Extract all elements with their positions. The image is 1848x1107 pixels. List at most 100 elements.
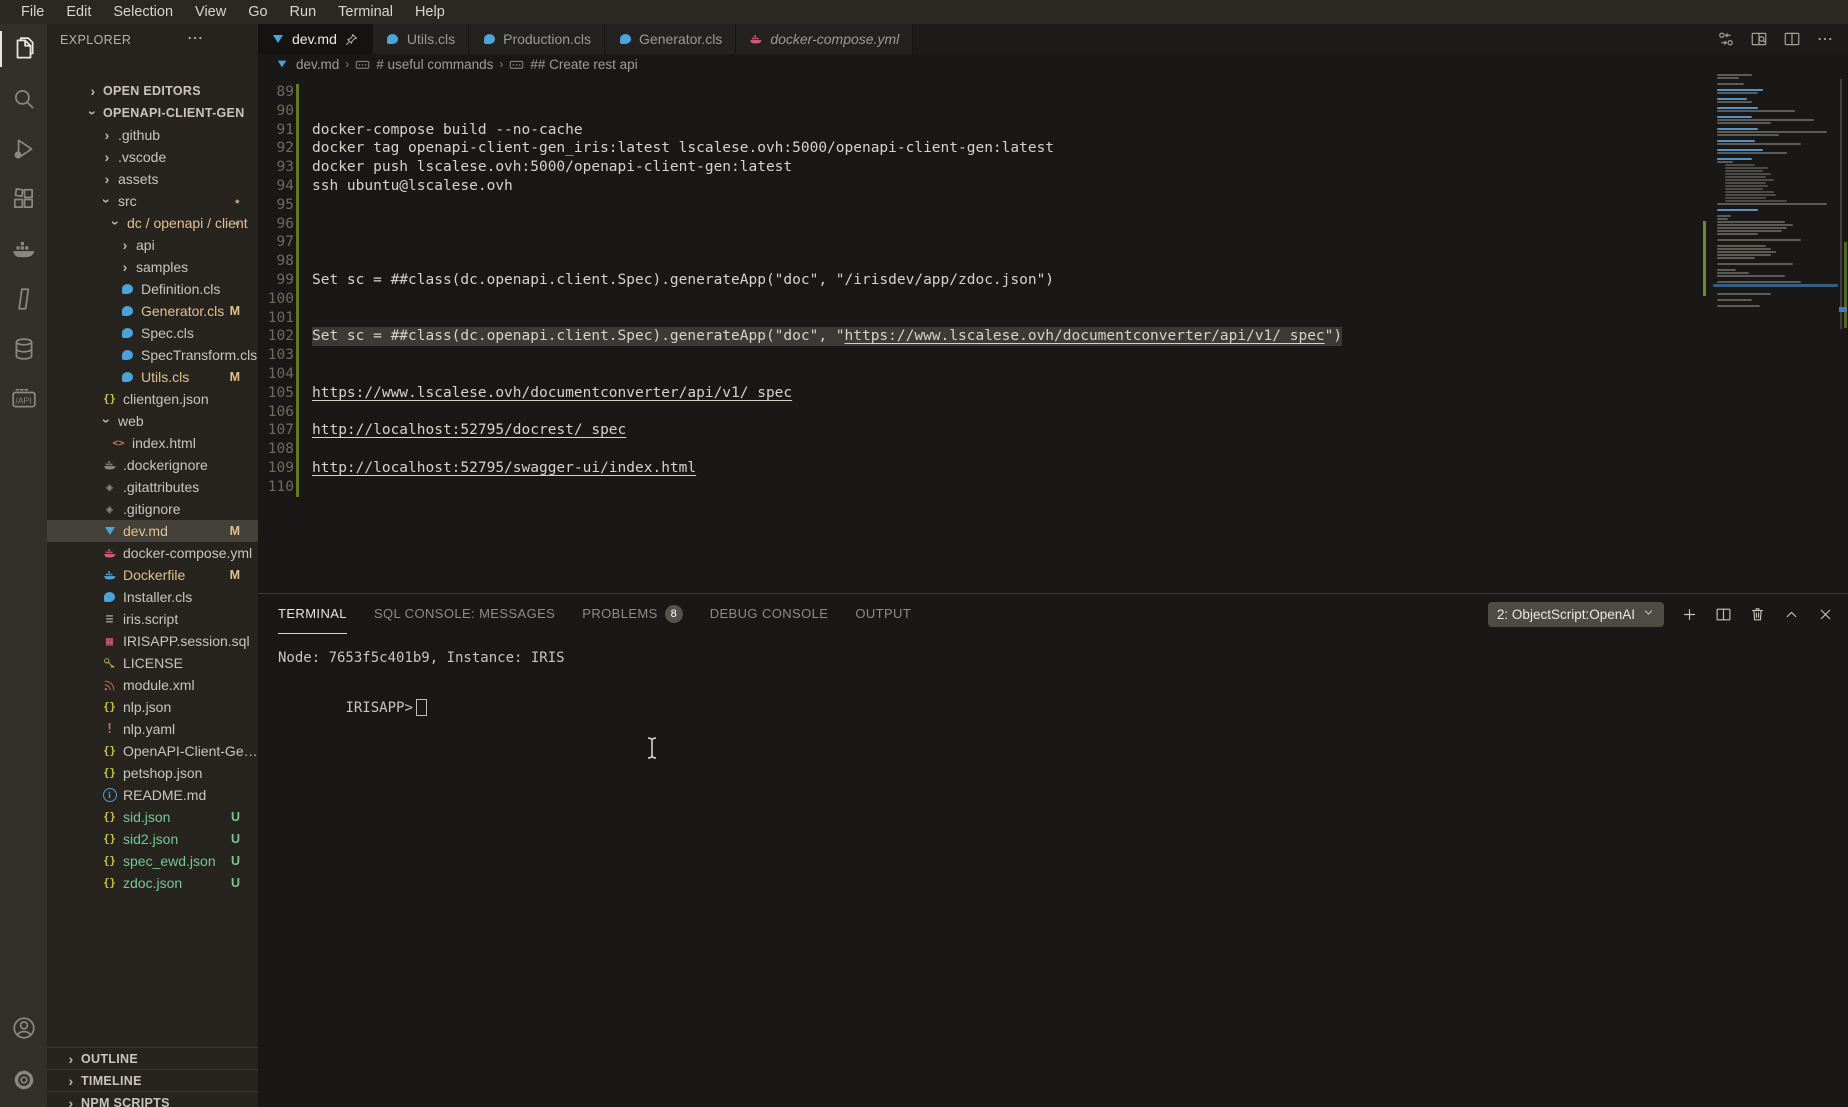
code-link[interactable]: https://www.lscalese.ovh/documentconvert…: [845, 328, 1325, 344]
line-number[interactable]: 101: [258, 309, 294, 328]
activity-extensions-icon[interactable]: [0, 174, 47, 224]
tree-item-samples[interactable]: ›samples: [47, 256, 258, 278]
code-line-104[interactable]: 104: [258, 365, 1848, 384]
tree-item-generator-cls[interactable]: Generator.clsM: [47, 300, 258, 322]
code-line-90[interactable]: 90: [258, 102, 1848, 121]
line-number[interactable]: 95: [258, 196, 294, 215]
line-number[interactable]: 103: [258, 346, 294, 365]
line-number[interactable]: 96: [258, 215, 294, 234]
menu-edit[interactable]: Edit: [55, 0, 102, 24]
tab-production-cls[interactable]: Production.cls: [469, 24, 605, 54]
menu-selection[interactable]: Selection: [102, 0, 184, 24]
menu-run[interactable]: Run: [279, 0, 328, 24]
code-line-101[interactable]: 101: [258, 309, 1848, 328]
code-line-89[interactable]: 89: [258, 83, 1848, 102]
code-link[interactable]: http://localhost:52795/swagger-ui/index.…: [312, 460, 696, 476]
tree-item--gitignore[interactable]: ◈.gitignore: [47, 498, 258, 520]
trash-icon[interactable]: [1749, 606, 1766, 623]
line-number[interactable]: 90: [258, 102, 294, 121]
tree-item-spec-cls[interactable]: Spec.cls: [47, 322, 258, 344]
line-number[interactable]: 105: [258, 384, 294, 403]
line-number[interactable]: 89: [258, 83, 294, 102]
code-line-110[interactable]: 110: [258, 478, 1848, 497]
tree-item-petshop-json[interactable]: {}petshop.json: [47, 762, 258, 784]
tree-item-sid-json[interactable]: {}sid.jsonU: [47, 806, 258, 828]
line-number[interactable]: 107: [258, 421, 294, 440]
tree-item-src[interactable]: ›src●: [47, 190, 258, 212]
line-number[interactable]: 91: [258, 121, 294, 140]
code-line-92[interactable]: 92docker tag openapi-client-gen_iris:lat…: [258, 139, 1848, 158]
tree-item-iris-script[interactable]: ≡iris.script: [47, 608, 258, 630]
tree-item-module-xml[interactable]: module.xml: [47, 674, 258, 696]
tab-dev-md[interactable]: dev.md: [258, 24, 373, 54]
tree-item-nlp-yaml[interactable]: !nlp.yaml: [47, 718, 258, 740]
panel-tab-problems[interactable]: PROBLEMS8: [582, 594, 682, 634]
code-line-100[interactable]: 100: [258, 290, 1848, 309]
activity-api-icon[interactable]: /API: [0, 374, 47, 424]
line-number[interactable]: 110: [258, 478, 294, 497]
code-line-105[interactable]: 105 https://www.lscalese.ovh/documentconv…: [258, 384, 1848, 403]
menu-terminal[interactable]: Terminal: [327, 0, 404, 24]
code-line-109[interactable]: 109http://localhost:52795/swagger-ui/ind…: [258, 459, 1848, 478]
menu-file[interactable]: File: [10, 0, 55, 24]
code-editor[interactable]: 899091docker-compose build --no-cache92d…: [258, 74, 1848, 593]
menu-view[interactable]: View: [184, 0, 237, 24]
breadcrumb-file[interactable]: dev.md: [296, 57, 339, 72]
activity-account-icon[interactable]: [0, 1003, 47, 1053]
tree-item-zdoc-json[interactable]: {}zdoc.jsonU: [47, 872, 258, 894]
code-line-106[interactable]: 106: [258, 403, 1848, 422]
open-editors-section[interactable]: › OPEN EDITORS: [47, 80, 258, 102]
breadcrumb-segment[interactable]: ## Create rest api: [530, 57, 637, 72]
code-line-91[interactable]: 91docker-compose build --no-cache: [258, 121, 1848, 140]
sidebar-section-outline[interactable]: ›OUTLINE: [47, 1047, 258, 1070]
activity-search-icon[interactable]: [0, 74, 47, 124]
tree-item-definition-cls[interactable]: Definition.cls: [47, 278, 258, 300]
code-line-108[interactable]: 108: [258, 440, 1848, 459]
activity-debug-icon[interactable]: [0, 124, 47, 174]
plus-icon[interactable]: [1681, 606, 1698, 623]
tree-item-index-html[interactable]: <>index.html: [47, 432, 258, 454]
tree-item-dockerfile[interactable]: DockerfileM: [47, 564, 258, 586]
tree-item-api[interactable]: ›api: [47, 234, 258, 256]
tree-item-clientgen-json[interactable]: {}clientgen.json: [47, 388, 258, 410]
code-link[interactable]: http://localhost:52795/docrest/_spec: [312, 422, 626, 438]
tree-item--vscode[interactable]: ›.vscode: [47, 146, 258, 168]
line-number[interactable]: 99: [258, 271, 294, 290]
activity-explorer-icon[interactable]: [0, 24, 47, 74]
panel-tab-terminal[interactable]: TERMINAL: [278, 594, 347, 634]
code-line-98[interactable]: 98: [258, 252, 1848, 271]
line-number[interactable]: 98: [258, 252, 294, 271]
code-line-96[interactable]: 96: [258, 215, 1848, 234]
line-number[interactable]: 102: [258, 327, 294, 346]
tree-item-irisapp-session-sql[interactable]: ▦IRISAPP.session.sql: [47, 630, 258, 652]
sidebar-section-timeline[interactable]: ›TIMELINE: [47, 1069, 258, 1092]
panel-tab-output[interactable]: OUTPUT: [855, 594, 911, 634]
tree-item-dc-openapi-client[interactable]: ›dc / openapi / client●: [47, 212, 258, 234]
tab-generator-cls[interactable]: Generator.cls: [605, 24, 736, 54]
tree-item-sid2-json[interactable]: {}sid2.jsonU: [47, 828, 258, 850]
code-line-103[interactable]: 103: [258, 346, 1848, 365]
line-number[interactable]: 94: [258, 177, 294, 196]
tree-item-spectransform-cls[interactable]: SpecTransform.cls: [47, 344, 258, 366]
tree-item-dev-md[interactable]: dev.mdM: [47, 520, 258, 542]
line-number[interactable]: 92: [258, 139, 294, 158]
minimap[interactable]: [1703, 74, 1838, 354]
activity-docker-icon[interactable]: [0, 224, 47, 274]
chevup-icon[interactable]: [1783, 606, 1800, 623]
scrollbar-slider[interactable]: [1840, 79, 1842, 329]
code-link[interactable]: https://www.lscalese.ovh/documentconvert…: [312, 385, 792, 401]
tree-item-nlp-json[interactable]: {}nlp.json: [47, 696, 258, 718]
activity-intersystems-icon[interactable]: [0, 274, 47, 324]
line-number[interactable]: 97: [258, 233, 294, 252]
terminal-selector-dropdown[interactable]: 2: ObjectScript:OpenAI: [1488, 602, 1664, 627]
tree-item-spec-ewd-json[interactable]: {}spec_ewd.jsonU: [47, 850, 258, 872]
code-line-102[interactable]: 102Set sc = ##class(dc.openapi.client.Sp…: [258, 327, 1848, 346]
line-number[interactable]: 104: [258, 365, 294, 384]
tree-item-readme-md[interactable]: iREADME.md: [47, 784, 258, 806]
diff-icon[interactable]: [1717, 30, 1735, 48]
activity-database-icon[interactable]: [0, 324, 47, 374]
tab-utils-cls[interactable]: Utils.cls: [373, 24, 469, 54]
tree-item-license[interactable]: LICENSE: [47, 652, 258, 674]
more-actions-icon[interactable]: ⋯: [187, 28, 204, 48]
code-line-107[interactable]: 107 http://localhost:52795/docrest/_spec: [258, 421, 1848, 440]
